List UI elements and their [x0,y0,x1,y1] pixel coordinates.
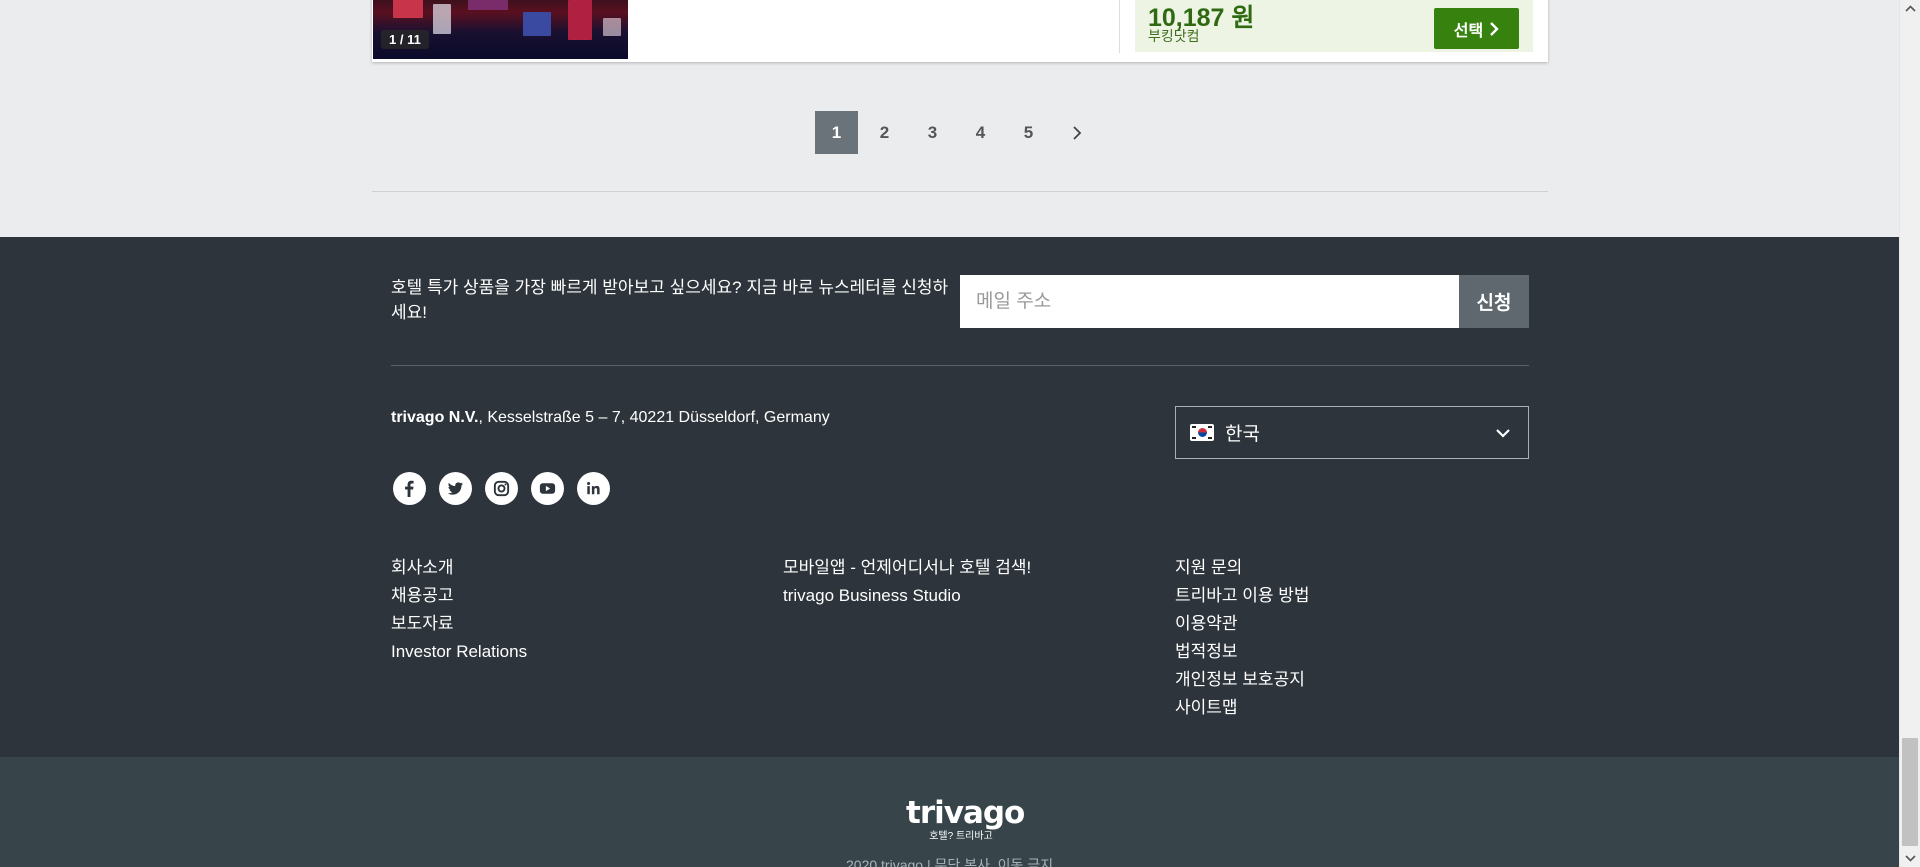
social-links [393,472,610,505]
footer: 호텔 특가 상품을 가장 빠르게 받아보고 싶으세요? 지금 바로 뉴스레터를 … [0,237,1899,757]
country-select[interactable]: 한국 [1175,406,1529,459]
thumb-light [603,18,621,36]
youtube-icon[interactable] [531,472,564,505]
link-press[interactable]: 보도자료 [391,610,527,638]
korea-flag-icon [1190,424,1214,441]
page-viewport: 1 / 11 10,187 원 부킹닷컴 선택 1 2 3 4 5 호텔 특가 … [0,0,1899,867]
link-privacy[interactable]: 개인정보 보호공지 [1175,666,1310,694]
thumb-light [433,4,451,34]
chevron-right-icon [1072,125,1081,140]
footer-divider [391,365,1529,366]
trivago-logo[interactable]: trivago 호텔? 트리바고 [906,795,1025,842]
page-button-3[interactable]: 3 [911,111,954,154]
thumb-light [523,12,551,36]
subscribe-button[interactable]: 신청 [1459,275,1529,328]
address-text: , Kesselstraße 5 – 7, 40221 Düsseldorf, … [478,409,830,426]
pagination: 1 2 3 4 5 [815,111,1098,154]
hotel-image[interactable]: 1 / 11 [373,0,628,59]
page-button-5[interactable]: 5 [1007,111,1050,154]
hotel-card[interactable]: 1 / 11 10,187 원 부킹닷컴 선택 [372,0,1548,62]
footer-links-apps: 모바일앱 - 언제어디서나 호텔 검색! trivago Business St… [783,554,1031,610]
scrollbar-thumb[interactable] [1902,738,1918,846]
card-divider [1119,0,1120,53]
image-counter: 1 / 11 [381,30,429,49]
link-legal[interactable]: 법적정보 [1175,638,1310,666]
facebook-icon[interactable] [393,472,426,505]
twitter-icon[interactable] [439,472,472,505]
link-careers[interactable]: 채용공고 [391,582,527,610]
email-field[interactable] [960,275,1459,328]
deal-box[interactable]: 10,187 원 부킹닷컴 선택 [1135,0,1533,52]
link-support[interactable]: 지원 문의 [1175,554,1310,582]
thumb-light [568,0,592,40]
link-terms[interactable]: 이용약관 [1175,610,1310,638]
linkedin-icon[interactable] [577,472,610,505]
thumb-light [468,0,508,10]
page-button-2[interactable]: 2 [863,111,906,154]
scroll-up-icon[interactable] [1900,0,1920,17]
newsletter-text: 호텔 특가 상품을 가장 빠르게 받아보고 싶으세요? 지금 바로 뉴스레터를 … [391,278,949,322]
scroll-down-icon[interactable] [1900,850,1920,867]
copyright-text: 2020 trivago | 무단 복사, 이동 금지 [846,857,1054,867]
divider [372,191,1548,192]
footer-links-company: 회사소개 채용공고 보도자료 Investor Relations [391,554,527,666]
link-how-to-use[interactable]: 트리바고 이용 방법 [1175,582,1310,610]
select-label: 선택 [1453,22,1484,40]
booking-site: 부킹닷컴 [1148,28,1200,44]
link-company-intro[interactable]: 회사소개 [391,554,527,582]
company-name: trivago N.V. [391,409,479,426]
vertical-scrollbar[interactable] [1899,0,1920,867]
page-button-1[interactable]: 1 [815,111,858,154]
link-sitemap[interactable]: 사이트맵 [1175,694,1310,722]
thumb-light [393,0,423,18]
footer-links-support: 지원 문의 트리바고 이용 방법 이용약관 법적정보 개인정보 보호공지 사이트… [1175,554,1310,722]
chevron-right-icon [1490,21,1499,36]
link-business-studio[interactable]: trivago Business Studio [783,582,1031,610]
select-deal-button[interactable]: 선택 [1434,8,1519,49]
chevron-down-icon [1496,429,1510,438]
link-mobile-app[interactable]: 모바일앱 - 언제어디서나 호텔 검색! [783,554,1031,582]
instagram-icon[interactable] [485,472,518,505]
next-page-button[interactable] [1055,111,1098,154]
logo-wordmark: trivago [906,795,1025,831]
country-label: 한국 [1225,424,1260,445]
footer-bottom-bar: trivago 호텔? 트리바고 2020 trivago | 무단 복사, 이… [0,757,1899,867]
link-investor-relations[interactable]: Investor Relations [391,638,527,666]
page-button-4[interactable]: 4 [959,111,1002,154]
company-address: trivago N.V., Kesselstraße 5 – 7, 40221 … [391,409,830,427]
